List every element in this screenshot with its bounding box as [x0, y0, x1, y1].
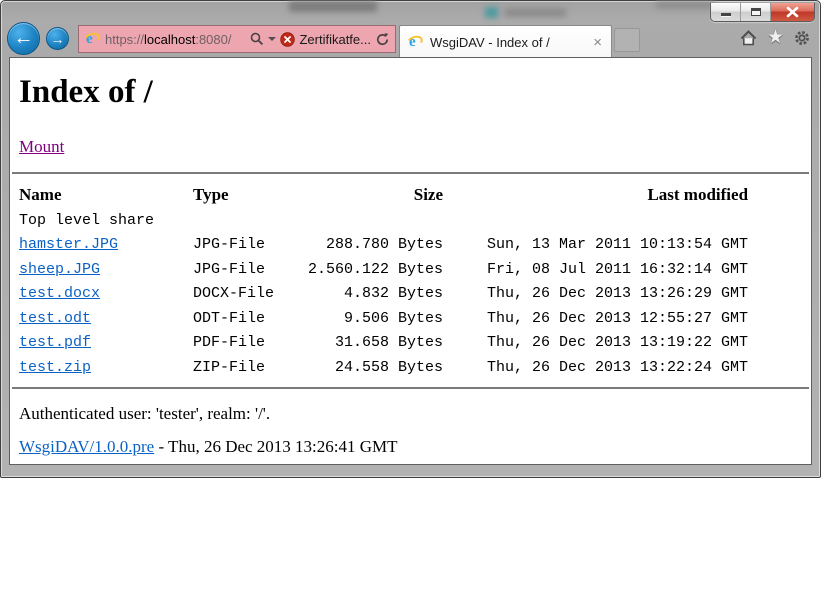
close-button[interactable] [771, 3, 814, 21]
wsgidav-version-link[interactable]: WsgiDAV/1.0.0.pre [19, 437, 154, 456]
file-size: 9.506 Bytes [308, 306, 443, 331]
certificate-error-label[interactable]: Zertifikatfe... [299, 32, 371, 47]
file-size: 2.560.122 Bytes [308, 257, 443, 282]
table-row: hamster.JPG JPG-File 288.780 Bytes Sun, … [19, 233, 748, 258]
desktop-blur-blob [656, 1, 716, 9]
tab-favicon-icon: e [407, 34, 424, 50]
column-header-modified: Last modified [443, 182, 748, 208]
file-type: JPG-File [193, 257, 308, 282]
url-port-path: :8080/ [195, 32, 231, 47]
page-content: Index of / Mount Name Type Size Last mod… [9, 57, 812, 465]
ie-favicon-icon: e [84, 31, 101, 47]
table-row: test.zip ZIP-File 24.558 Bytes Thu, 26 D… [19, 355, 748, 380]
tab-title: WsgiDAV - Index of / [430, 35, 585, 50]
file-link[interactable]: test.odt [19, 310, 91, 327]
file-modified: Fri, 08 Jul 2011 16:32:14 GMT [443, 257, 748, 282]
server-timestamp: - Thu, 26 Dec 2013 13:26:41 GMT [154, 437, 397, 456]
column-header-size: Size [308, 182, 443, 208]
auth-status-text: Authenticated user: 'tester', realm: '/'… [19, 403, 809, 424]
table-row: test.docx DOCX-File 4.832 Bytes Thu, 26 … [19, 282, 748, 307]
file-size: 4.832 Bytes [308, 282, 443, 307]
maximize-icon [751, 8, 761, 16]
divider [12, 387, 809, 389]
search-dropdown-icon[interactable] [268, 37, 276, 41]
table-row-share: Top level share [19, 208, 748, 233]
browser-window: ← → e https://localhost:8080/ Zertifikat… [0, 0, 821, 478]
file-modified: Sun, 13 Mar 2011 10:13:54 GMT [443, 233, 748, 258]
file-size: 24.558 Bytes [308, 355, 443, 380]
file-modified: Thu, 26 Dec 2013 13:26:29 GMT [443, 282, 748, 307]
minimize-button[interactable] [711, 3, 741, 21]
table-row: test.pdf PDF-File 31.658 Bytes Thu, 26 D… [19, 331, 748, 356]
file-type: DOCX-File [193, 282, 308, 307]
back-arrow-icon: ← [14, 27, 34, 50]
column-header-name: Name [19, 182, 193, 208]
table-row: test.odt ODT-File 9.506 Bytes Thu, 26 De… [19, 306, 748, 331]
url-text[interactable]: https://localhost:8080/ [105, 32, 246, 47]
search-icon[interactable] [250, 32, 264, 46]
caption-button-group [710, 3, 815, 22]
address-bar[interactable]: e https://localhost:8080/ Zertifikatfe..… [78, 25, 396, 53]
home-icon [739, 29, 758, 47]
share-label: Top level share [19, 208, 308, 233]
column-header-type: Type [193, 182, 308, 208]
refresh-icon[interactable] [375, 32, 390, 47]
certificate-error-icon[interactable] [280, 32, 295, 47]
file-table: Name Type Size Last modified Top level s… [19, 182, 748, 380]
url-scheme: https:// [105, 32, 144, 47]
close-icon [771, 3, 814, 21]
minimize-icon [721, 13, 731, 16]
url-host: localhost [144, 32, 195, 47]
home-button[interactable] [739, 29, 758, 47]
desktop-blur-blob [485, 7, 498, 18]
file-modified: Thu, 26 Dec 2013 13:22:24 GMT [443, 355, 748, 380]
forward-button[interactable]: → [46, 27, 69, 50]
gear-icon [793, 29, 811, 47]
server-signature: WsgiDAV/1.0.0.pre - Thu, 26 Dec 2013 13:… [19, 436, 809, 457]
file-size: 288.780 Bytes [308, 233, 443, 258]
back-button[interactable]: ← [7, 22, 40, 55]
table-row: sheep.JPG JPG-File 2.560.122 Bytes Fri, … [19, 257, 748, 282]
star-icon: ★ [767, 27, 784, 48]
file-link[interactable]: hamster.JPG [19, 236, 118, 253]
desktop-blur-blob [504, 8, 566, 17]
divider [12, 172, 809, 174]
new-tab-button[interactable] [614, 28, 640, 52]
forward-arrow-icon: → [51, 31, 65, 47]
table-header-row: Name Type Size Last modified [19, 182, 748, 208]
file-type: ODT-File [193, 306, 308, 331]
file-link[interactable]: test.zip [19, 359, 91, 376]
file-type: PDF-File [193, 331, 308, 356]
file-size: 31.658 Bytes [308, 331, 443, 356]
settings-button[interactable] [793, 29, 811, 47]
tab-wsgidav[interactable]: e WsgiDAV - Index of / × [399, 25, 612, 58]
desktop-blur-blob [289, 1, 377, 12]
file-link[interactable]: test.pdf [19, 334, 91, 351]
file-link[interactable]: test.docx [19, 285, 100, 302]
maximize-button[interactable] [741, 3, 771, 21]
favorites-button[interactable]: ★ [767, 28, 784, 47]
page-title: Index of / [19, 72, 809, 112]
file-type: JPG-File [193, 233, 308, 258]
mount-link[interactable]: Mount [19, 136, 64, 158]
file-modified: Thu, 26 Dec 2013 12:55:27 GMT [443, 306, 748, 331]
tab-close-icon[interactable]: × [591, 35, 604, 50]
file-type: ZIP-File [193, 355, 308, 380]
file-link[interactable]: sheep.JPG [19, 261, 100, 278]
file-modified: Thu, 26 Dec 2013 13:19:22 GMT [443, 331, 748, 356]
